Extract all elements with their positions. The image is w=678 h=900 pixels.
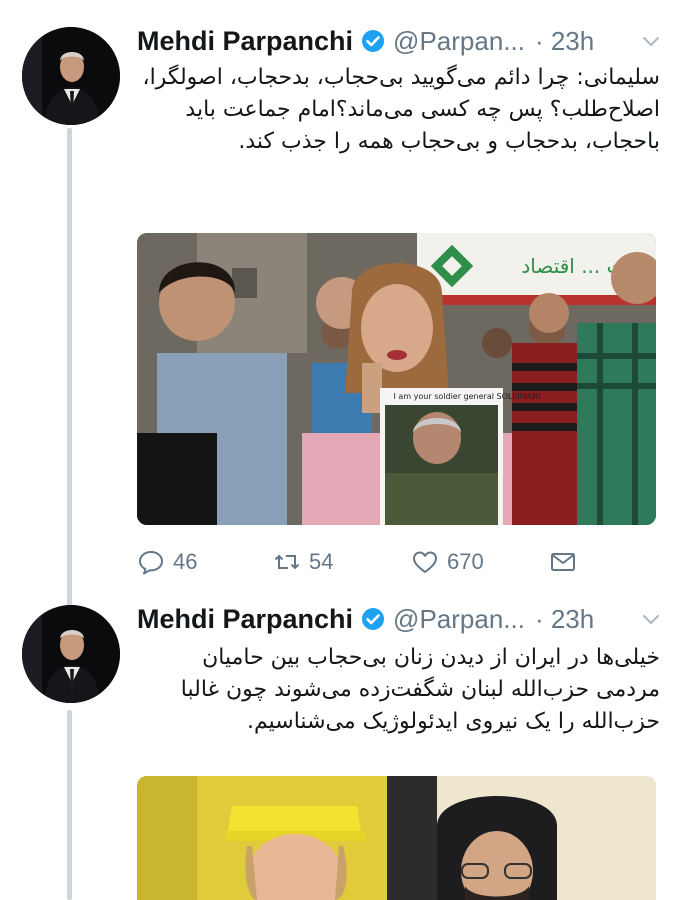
tweet-time[interactable]: · 23h bbox=[535, 26, 594, 57]
author-name[interactable]: Mehdi Parpanchi bbox=[137, 604, 353, 635]
like-count: 670 bbox=[447, 549, 484, 574]
verified-badge-icon bbox=[361, 607, 385, 631]
tweet-time[interactable]: · 23h bbox=[535, 604, 594, 635]
chevron-down-icon[interactable] bbox=[640, 608, 662, 630]
envelope-icon bbox=[551, 553, 575, 571]
reply-count: 46 bbox=[173, 549, 198, 574]
retweet-count: 54 bbox=[309, 549, 334, 574]
tweet-text: خیلی‌ها در ایران از دیدن زنان بی‌حجاب بی… bbox=[180, 645, 660, 734]
like-button[interactable]: 670 bbox=[411, 545, 484, 579]
tweet-header: Mehdi Parpanchi @Parpan... · 23h bbox=[137, 24, 662, 58]
tweet-photo[interactable]: صادرات ... اقتصاد bbox=[137, 233, 656, 525]
thread-line bbox=[67, 710, 72, 900]
avatar-photo bbox=[22, 27, 120, 125]
avatar-photo bbox=[22, 605, 120, 703]
avatar[interactable] bbox=[22, 27, 120, 125]
author-name[interactable]: Mehdi Parpanchi bbox=[137, 26, 353, 57]
retweet-icon bbox=[274, 554, 300, 570]
reply-button[interactable]: 46 bbox=[137, 545, 197, 579]
direct-message-button[interactable] bbox=[549, 545, 577, 579]
author-handle[interactable]: @Parpan... bbox=[393, 26, 525, 57]
tweet-photo[interactable] bbox=[137, 776, 656, 900]
retweet-button[interactable]: 54 bbox=[273, 545, 333, 579]
crowd-photo: صادرات ... اقتصاد bbox=[137, 233, 656, 525]
tweet-actions: 46 54 670 bbox=[137, 545, 587, 579]
thread-line bbox=[67, 128, 72, 606]
chevron-down-icon[interactable] bbox=[640, 30, 662, 52]
verified-badge-icon bbox=[361, 29, 385, 53]
tweet-header: Mehdi Parpanchi @Parpan... · 23h bbox=[137, 602, 662, 636]
rally-photo bbox=[137, 776, 656, 900]
heart-icon bbox=[413, 551, 437, 573]
avatar[interactable] bbox=[22, 605, 120, 703]
reply-icon bbox=[139, 551, 163, 575]
tweet-text: سلیمانی: چرا دائم می‌گویید بی‌حجاب، بدحج… bbox=[142, 65, 660, 154]
author-handle[interactable]: @Parpan... bbox=[393, 604, 525, 635]
poster-caption: I am your soldier general SOLEIMANI bbox=[394, 392, 541, 401]
